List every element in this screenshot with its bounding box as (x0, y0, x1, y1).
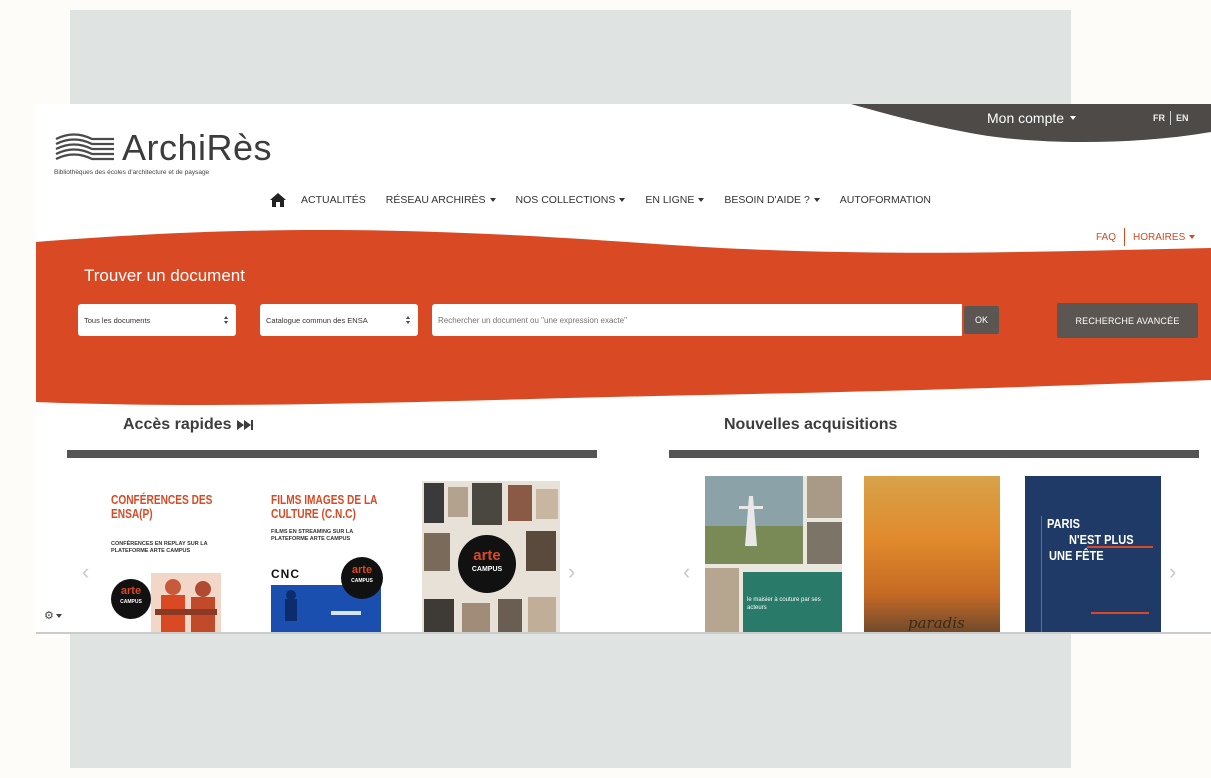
card-title: FILMS IMAGES DE LA CULTURE (C.N.C) (271, 492, 378, 521)
chevron-down-icon (813, 198, 820, 202)
acquisitions-next-icon[interactable]: › (1169, 559, 1176, 585)
quick-access-rule (67, 450, 597, 458)
lang-en[interactable]: EN (1176, 113, 1189, 123)
accessibility-menu[interactable]: ⚙ (44, 609, 62, 622)
nav-item-actualites[interactable]: ACTUALITÉS (301, 194, 366, 206)
arte-campus-badge: arte CAMPUS (458, 535, 516, 593)
new-acquisitions-title: Nouvelles acquisitions (724, 416, 898, 433)
nav-item-en-ligne[interactable]: EN LIGNE (645, 194, 705, 206)
arte-campus-badge: arte CAMPUS (341, 557, 383, 599)
new-acquisitions-rule (669, 450, 1199, 458)
chevron-down-icon (698, 198, 705, 202)
lang-fr[interactable]: FR (1153, 113, 1165, 123)
nav-item-autoformation[interactable]: AUTOFORMATION (840, 194, 931, 206)
book-cover[interactable]: le maisier à couture par ses acteurs (705, 476, 842, 633)
search-input[interactable] (432, 304, 962, 336)
search-title: Trouver un document (84, 266, 245, 285)
logo[interactable]: ArchiRès Bibliothèques des écoles d'arch… (54, 127, 273, 177)
card-subtitle: FILMS EN STREAMING SUR LA PLATEFORME ART… (271, 529, 353, 542)
quick-access-prev-icon[interactable]: ‹ (82, 559, 89, 585)
chevron-down-icon (1189, 235, 1196, 239)
home-icon[interactable] (269, 192, 287, 208)
account-menu[interactable]: Mon compte (987, 110, 1077, 126)
website-page: Mon compte FR EN ArchiRès Bibliothèques … (36, 104, 1211, 633)
card-subtitle: CONFÉRENCES EN REPLAY SUR LA PLATEFORME … (111, 541, 208, 554)
card-illustration (151, 573, 221, 633)
chevron-down-icon (55, 613, 62, 618)
nav-item-collections[interactable]: NOS COLLECTIONS (516, 194, 626, 206)
faq-link[interactable]: FAQ (1096, 232, 1116, 243)
advanced-search-button[interactable]: RECHERCHE AVANCÉE (1057, 303, 1198, 338)
language-switcher: FR EN (1153, 111, 1189, 125)
quick-access-title: Accès rapides (123, 416, 254, 434)
lang-separator (1170, 111, 1171, 125)
nav-item-aide[interactable]: BESOIN D'AIDE ? (724, 194, 820, 206)
book-title-line: N'EST PLUS (1069, 532, 1134, 547)
quick-access-card[interactable]: CONFÉRENCES DES ENSA(P) CONFÉRENCES EN R… (103, 481, 223, 633)
catalog-select[interactable]: Catalogue commun des ENSA (260, 304, 418, 336)
logo-waves-icon (55, 133, 114, 161)
gear-icon: ⚙ (44, 610, 54, 622)
book-title-line: UNE FÊTE (1049, 548, 1104, 563)
quick-access-card[interactable]: arte CAMPUS (422, 481, 560, 633)
select-arrows-icon (406, 316, 410, 324)
doc-type-select[interactable]: Tous les documents (78, 304, 236, 336)
arte-campus-badge: arte CAMPUS (111, 579, 151, 619)
cnc-logo: CNC (271, 567, 300, 581)
chevron-down-icon (1070, 116, 1077, 120)
logo-tagline: Bibliothèques des écoles d'architecture … (54, 169, 210, 176)
card-title: CONFÉRENCES DES ENSA(P) (111, 492, 213, 521)
select-arrows-icon (224, 316, 228, 324)
book-cover[interactable]: PARIS N'EST PLUS UNE FÊTE (1025, 476, 1161, 633)
page-bottom-edge (36, 632, 1211, 634)
quick-access-next-icon[interactable]: › (568, 559, 575, 585)
acquisitions-prev-icon[interactable]: ‹ (683, 559, 690, 585)
main-nav: ACTUALITÉS RÉSEAU ARCHIRÈS NOS COLLECTIO… (269, 192, 951, 208)
nav-item-reseau[interactable]: RÉSEAU ARCHIRÈS (386, 194, 496, 206)
search-ok-button[interactable]: OK (964, 306, 999, 334)
catalog-value: Catalogue commun des ENSA (266, 315, 368, 325)
fast-forward-icon[interactable] (236, 419, 254, 431)
chevron-down-icon (489, 198, 496, 202)
chevron-down-icon (619, 198, 626, 202)
quick-access-card[interactable]: FILMS IMAGES DE LA CULTURE (C.N.C) FILMS… (265, 481, 387, 633)
book-cover[interactable]: paradis (864, 476, 1000, 633)
doc-type-value: Tous les documents (84, 315, 151, 325)
account-label: Mon compte (987, 110, 1065, 126)
book-cover-text: le maisier à couture par ses acteurs (747, 597, 821, 611)
book-title-line: PARIS (1047, 516, 1080, 531)
logo-text: ArchiRès (122, 127, 273, 168)
sublink-separator (1124, 228, 1126, 246)
horaires-link[interactable]: HORAIRES (1133, 232, 1196, 243)
book-cover-text: paradis (908, 614, 965, 632)
sub-links: FAQ HORAIRES (1096, 228, 1196, 246)
